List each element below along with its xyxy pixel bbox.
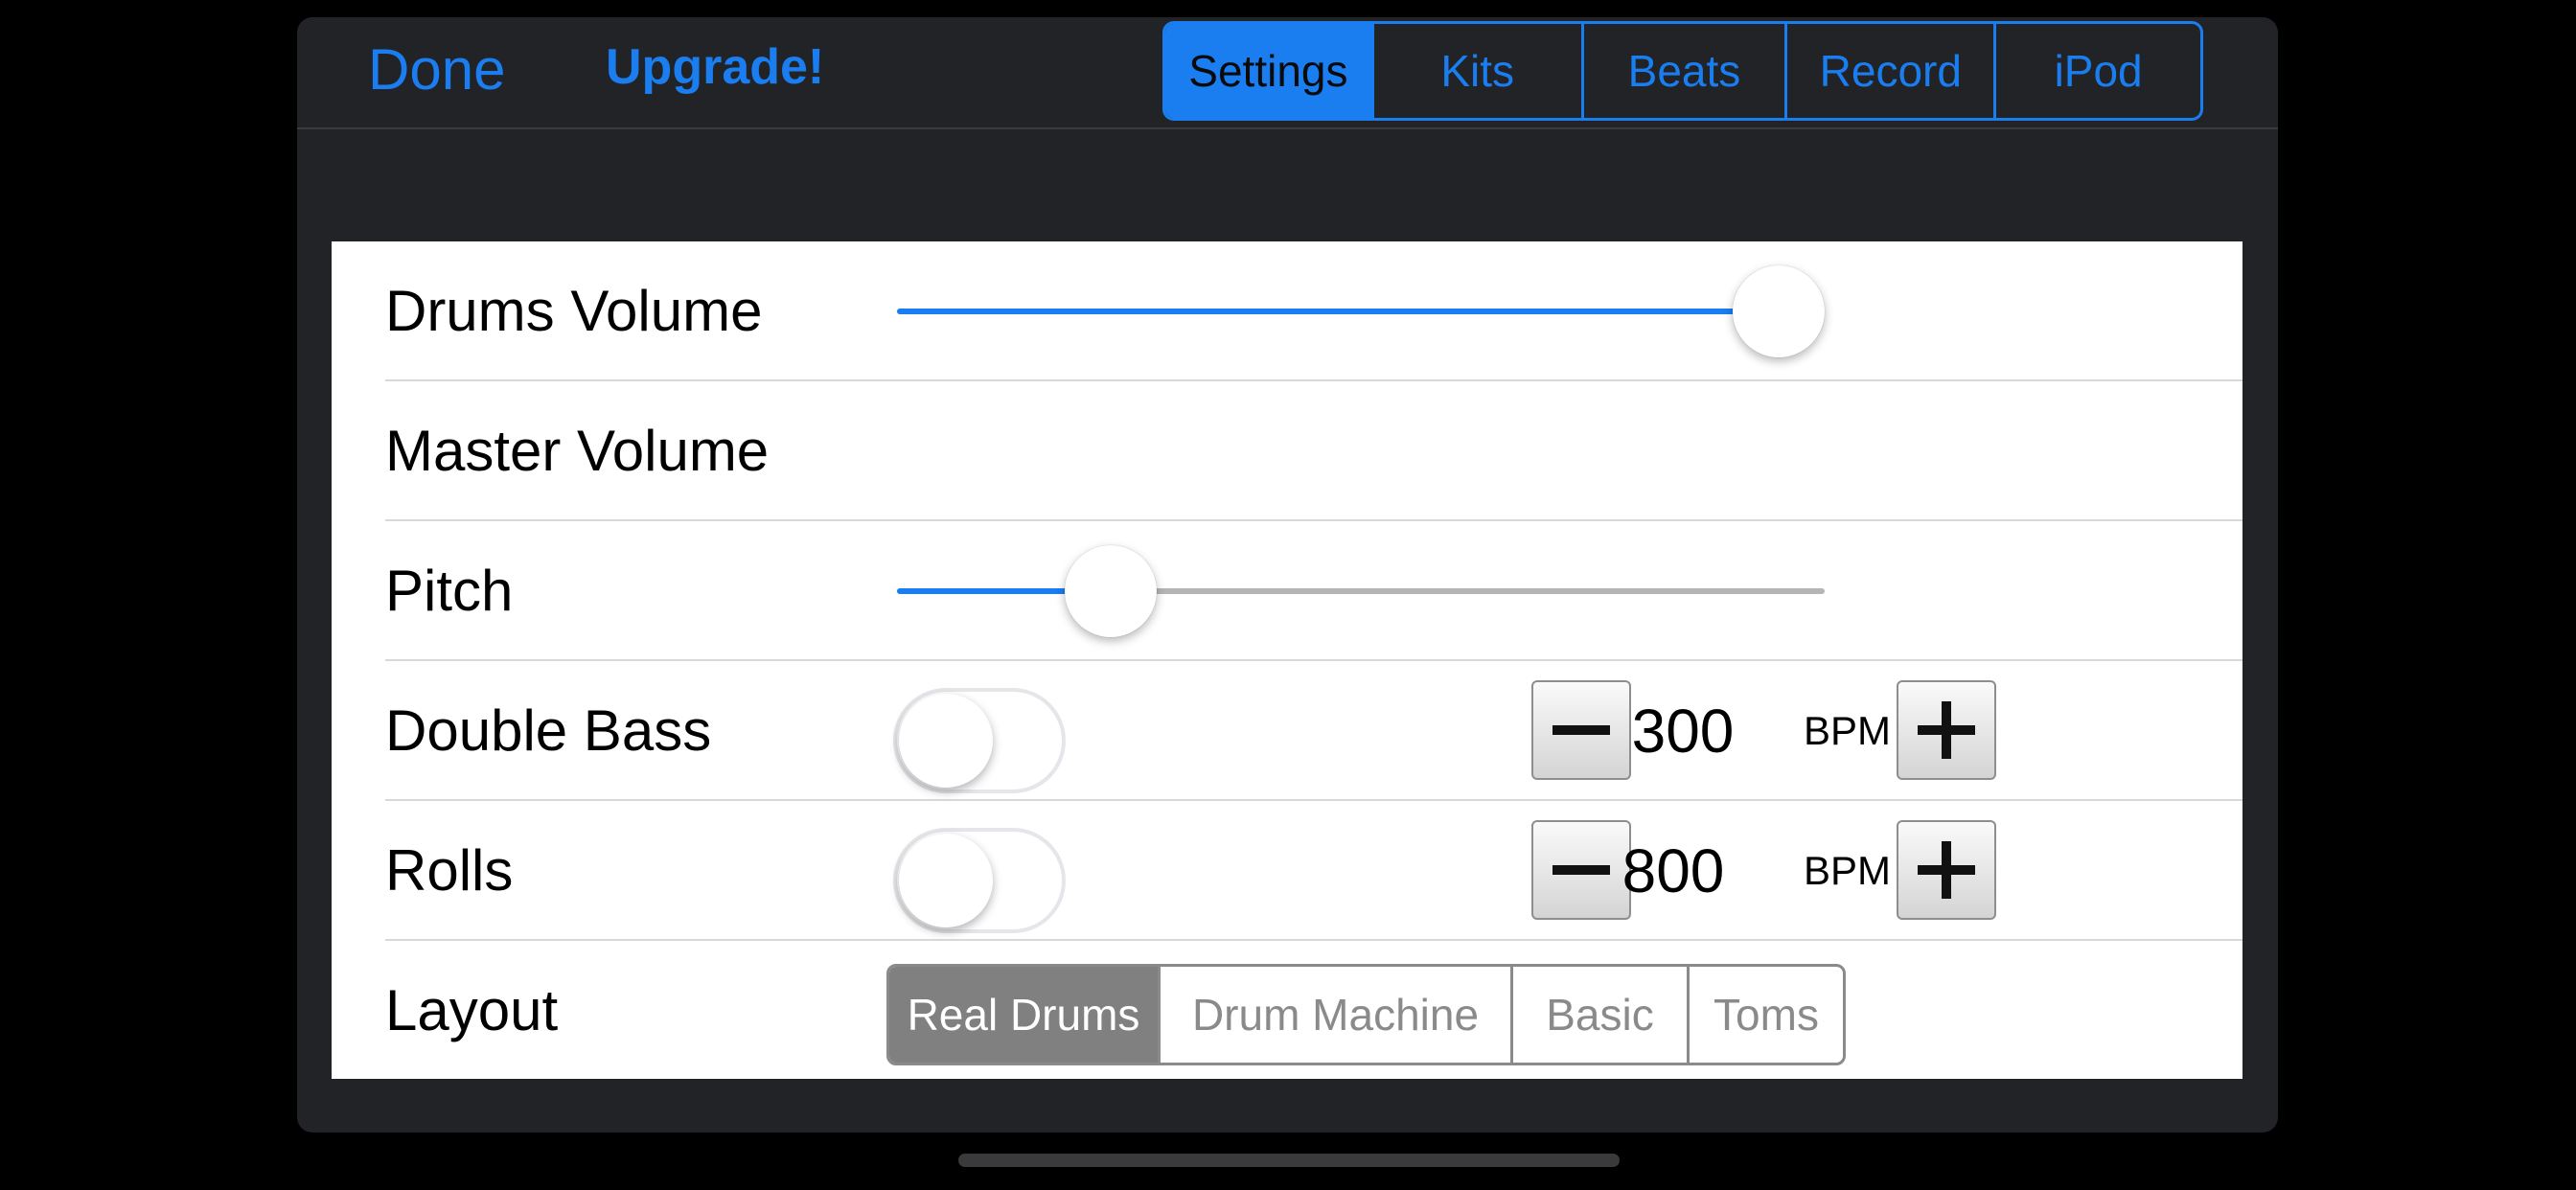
rolls-bpm-wrap: 800 [1512, 801, 1834, 941]
double-bass-bpm-unit: BPM [1804, 708, 1892, 753]
pitch-label: Pitch [385, 559, 514, 623]
settings-panel: Drums Volume Master Volume Pitch Double … [332, 241, 2242, 1079]
toggle-knob [899, 834, 993, 927]
layout-option-real-drums[interactable]: Real Drums [889, 967, 1161, 1063]
done-button[interactable]: Done [368, 36, 505, 103]
pitch-slider[interactable] [897, 545, 1825, 637]
drums-volume-fill [897, 309, 1779, 314]
double-bass-plus-button[interactable] [1897, 680, 1996, 780]
top-bar: Done Upgrade! Settings Kits Beats Record… [297, 17, 2278, 129]
tab-kits[interactable]: Kits [1374, 24, 1584, 118]
double-bass-bpm-wrap: 300 [1522, 661, 1844, 801]
tab-record[interactable]: Record [1787, 24, 1997, 118]
master-volume-label: Master Volume [385, 419, 770, 483]
row-master-volume: Master Volume [385, 381, 2242, 521]
plus-icon [1918, 701, 1975, 759]
row-rolls: Rolls 800 BPM [385, 801, 2242, 941]
row-drums-volume: Drums Volume [385, 241, 2242, 381]
tab-ipod[interactable]: iPod [1996, 24, 2200, 118]
rolls-plus-button[interactable] [1897, 820, 1996, 920]
layout-option-drum-machine[interactable]: Drum Machine [1161, 967, 1513, 1063]
row-pitch: Pitch [385, 521, 2242, 661]
layout-label: Layout [385, 978, 559, 1042]
rolls-bpm-unit: BPM [1804, 848, 1892, 893]
tab-settings[interactable]: Settings [1165, 24, 1374, 118]
main-tabs: Settings Kits Beats Record iPod [1162, 21, 2203, 121]
upgrade-button[interactable]: Upgrade! [606, 38, 824, 96]
rolls-bpm-value: 800 [1622, 836, 1725, 905]
settings-sheet: Done Upgrade! Settings Kits Beats Record… [297, 17, 2278, 1133]
layout-segmented-control: Real Drums Drum Machine Basic Toms [886, 964, 1846, 1065]
rolls-toggle[interactable] [893, 828, 1066, 933]
pitch-thumb[interactable] [1064, 545, 1157, 637]
rolls-label: Rolls [385, 838, 514, 903]
plus-icon [1918, 841, 1975, 899]
layout-option-toms[interactable]: Toms [1690, 967, 1843, 1063]
drums-volume-slider[interactable] [897, 265, 1825, 357]
toggle-knob [899, 694, 993, 788]
drums-volume-thumb[interactable] [1732, 265, 1825, 357]
drums-volume-label: Drums Volume [385, 279, 763, 343]
row-double-bass: Double Bass 300 BPM [385, 661, 2242, 801]
row-layout: Layout Real Drums Drum Machine Basic Tom… [385, 941, 2242, 1081]
double-bass-toggle[interactable] [893, 688, 1066, 793]
double-bass-bpm-value: 300 [1631, 697, 1735, 766]
tab-beats[interactable]: Beats [1584, 24, 1788, 118]
double-bass-label: Double Bass [385, 698, 712, 763]
home-indicator[interactable] [958, 1154, 1620, 1167]
layout-option-basic[interactable]: Basic [1513, 967, 1690, 1063]
